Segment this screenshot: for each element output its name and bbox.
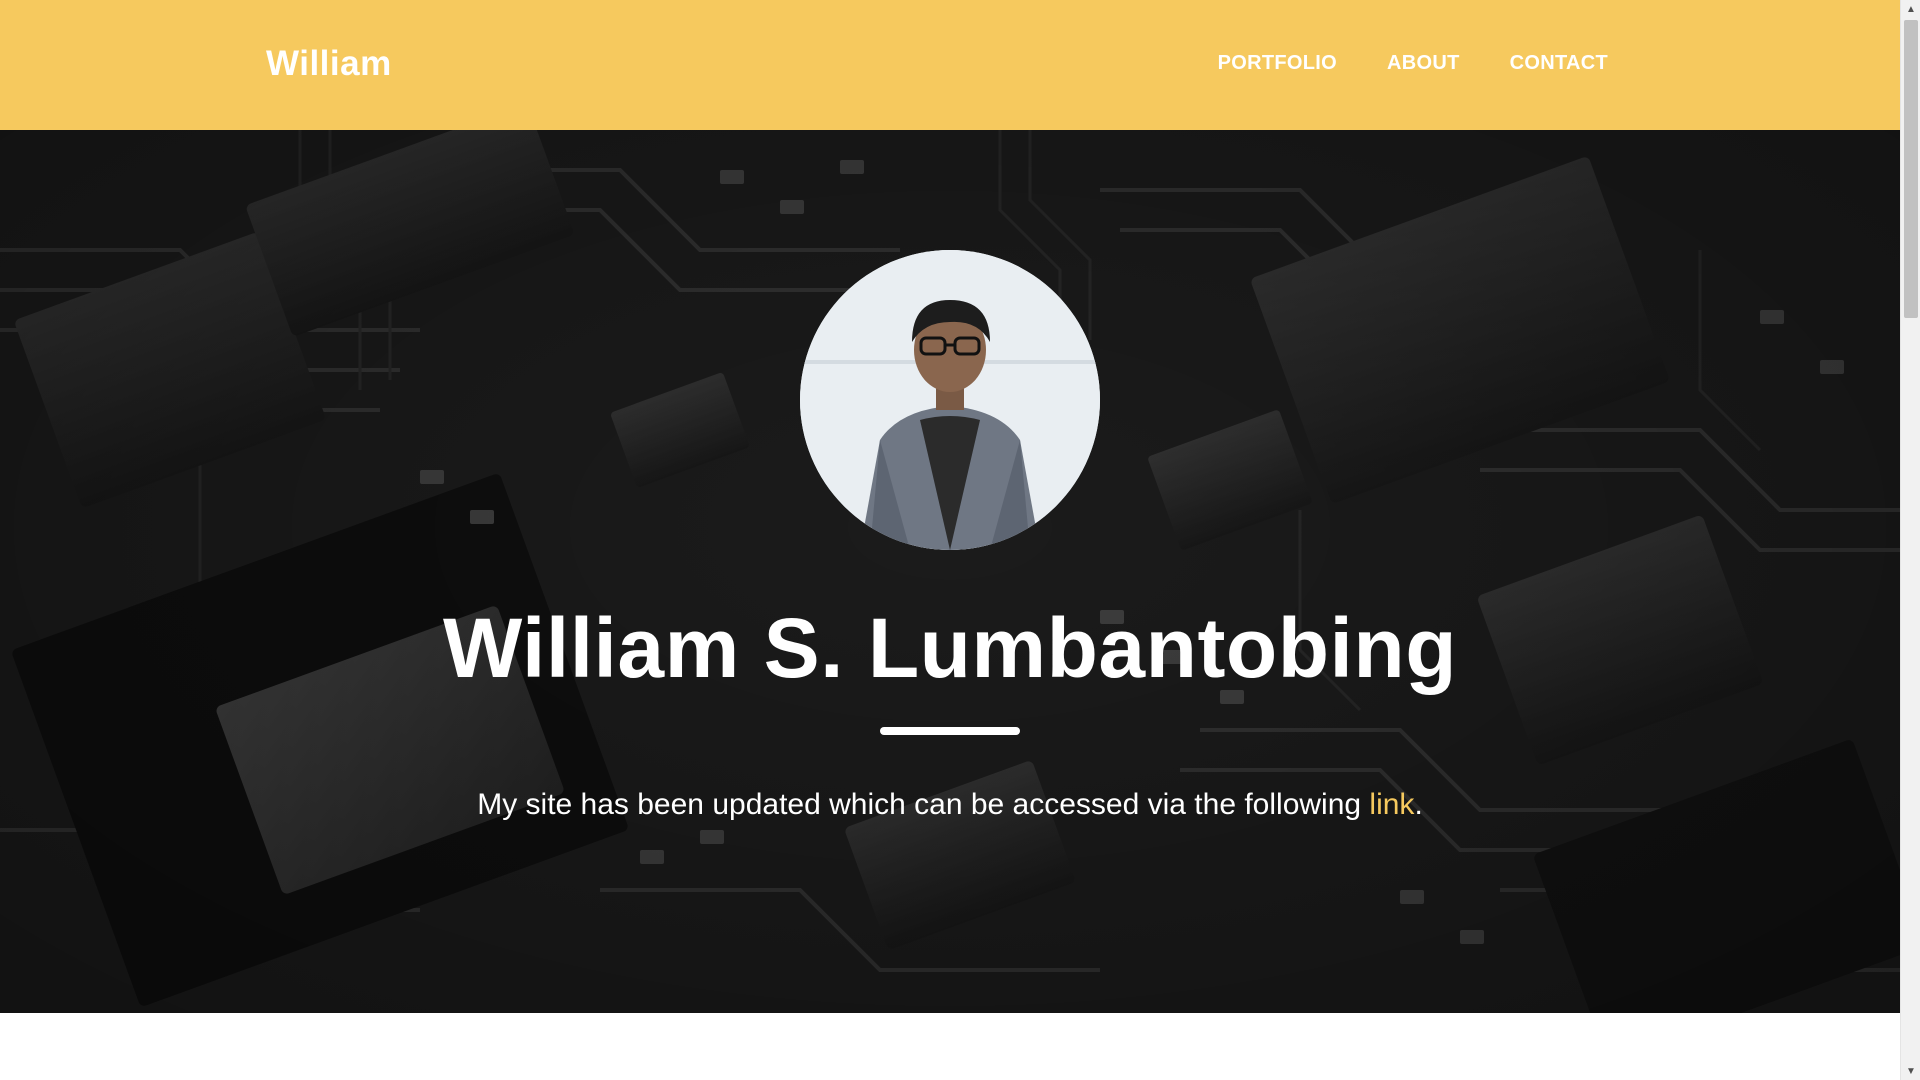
page-viewport: William PORTFOLIO ABOUT CONTACT William … xyxy=(0,0,1900,1080)
hero-message-end: . xyxy=(1414,788,1423,821)
nav-link-about[interactable]: ABOUT xyxy=(1387,52,1460,75)
arrow-down-icon[interactable]: ▼ xyxy=(1901,1062,1920,1080)
updated-site-link[interactable]: link xyxy=(1369,788,1414,821)
profile-avatar xyxy=(800,250,1100,550)
navbar: William PORTFOLIO ABOUT CONTACT xyxy=(0,0,1900,130)
profile-photo-icon xyxy=(800,250,1100,550)
nav-link-contact[interactable]: CONTACT xyxy=(1510,52,1608,75)
nav-link-portfolio[interactable]: PORTFOLIO xyxy=(1218,52,1337,75)
title-divider xyxy=(880,727,1020,735)
page-scrollbar[interactable]: ▲ ▼ xyxy=(1900,0,1920,1080)
hero-section: William S. Lumbantobing My site has been… xyxy=(0,130,1900,1013)
hero-title: William S. Lumbantobing xyxy=(442,601,1458,695)
scrollbar-thumb[interactable] xyxy=(1904,20,1918,318)
arrow-up-icon[interactable]: ▲ xyxy=(1901,0,1920,18)
hero-message: My site has been updated which can be ac… xyxy=(0,788,1900,822)
brand-logo[interactable]: William xyxy=(266,44,392,84)
nav-links: PORTFOLIO ABOUT CONTACT xyxy=(1218,52,1608,75)
hero-message-text: My site has been updated which can be ac… xyxy=(477,788,1370,821)
